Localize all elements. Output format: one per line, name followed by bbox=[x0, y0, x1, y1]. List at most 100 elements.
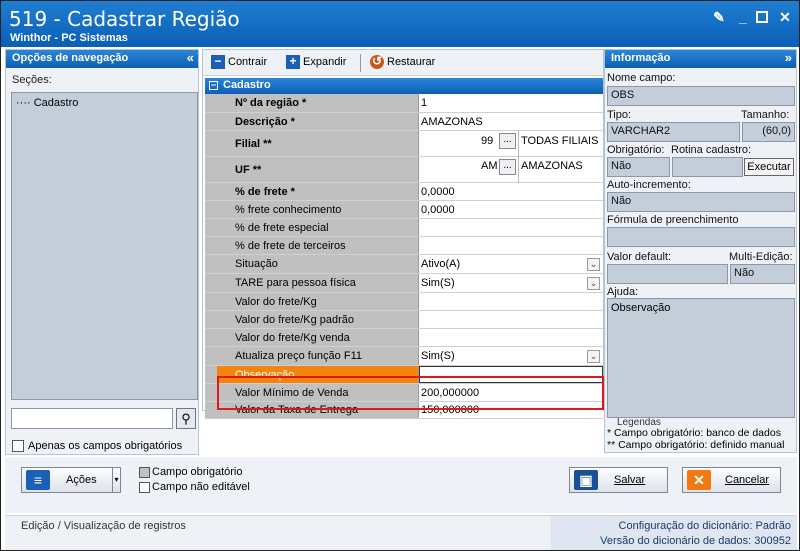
uf-field[interactable]: AM ... AMAZONAS bbox=[419, 157, 603, 183]
restore-icon: ↺ bbox=[370, 54, 384, 69]
delivery-fee-field[interactable]: 150,000000 bbox=[419, 402, 603, 418]
sections-list: ···· Cadastro bbox=[11, 92, 198, 400]
freight-percent-field[interactable]: 0,0000 bbox=[419, 183, 603, 200]
restore-button[interactable]: ↺ Restaurar bbox=[370, 55, 435, 69]
section-item-cadastro[interactable]: ···· Cadastro bbox=[16, 97, 78, 109]
routine-value bbox=[672, 157, 743, 177]
row-descricao[interactable]: Descrição * AMAZONAS bbox=[205, 113, 603, 131]
freight-kg-field[interactable] bbox=[419, 293, 603, 310]
edit-window-icon[interactable]: ✎ bbox=[711, 9, 727, 25]
third-party-freight-field[interactable] bbox=[419, 237, 603, 254]
tare-select[interactable]: Sim(S) ⌄ bbox=[419, 274, 603, 292]
row-label: Filial ** bbox=[217, 131, 419, 156]
update-price-select[interactable]: Sim(S) ⌄ bbox=[419, 347, 603, 365]
row-valor-minimo[interactable]: Valor Mínimo de Venda 200,000000 bbox=[205, 384, 603, 402]
field-name-label: Nome campo: bbox=[607, 72, 676, 84]
uf-lookup-button[interactable]: ... bbox=[499, 159, 516, 175]
row-taxa-entrega[interactable]: Valor da Taxa de Entrega 150,000000 bbox=[205, 402, 603, 419]
info-panel-header: Informação » bbox=[605, 50, 796, 68]
description-field[interactable]: AMAZONAS bbox=[419, 113, 603, 130]
chevron-down-icon[interactable]: ⌄ bbox=[587, 350, 600, 363]
close-button[interactable]: ✕ bbox=[777, 9, 793, 25]
size-value: (60,0) bbox=[742, 122, 795, 142]
legend-item-db: * Campo obrigatório: banco de dados bbox=[607, 427, 781, 439]
cancel-button[interactable]: ✕ Cancelar bbox=[682, 467, 781, 493]
window-title: 519 - Cadastrar Região bbox=[9, 7, 240, 31]
cancel-label: Cancelar bbox=[725, 474, 770, 486]
min-sale-value-field[interactable]: 200,000000 bbox=[419, 384, 603, 401]
row-label: Valor Mínimo de Venda bbox=[217, 384, 419, 401]
row-value: 150,000000 bbox=[421, 404, 480, 416]
row-label: % frete conhecimento bbox=[217, 201, 419, 218]
dropdown-arrow-icon[interactable]: ▾ bbox=[112, 468, 120, 492]
collapse-left-icon[interactable]: « bbox=[187, 50, 194, 65]
filial-field[interactable]: 99 ... TODAS FILIAIS bbox=[419, 131, 603, 157]
freight-kg-default-field[interactable] bbox=[419, 311, 603, 328]
noneditable-legend-label: Campo não editável bbox=[152, 481, 250, 493]
formula-value bbox=[607, 227, 795, 247]
size-label: Tamanho: bbox=[741, 109, 790, 121]
help-label: Ajuda: bbox=[607, 286, 639, 298]
type-value: VARCHAR2 bbox=[607, 122, 740, 142]
only-required-checkbox[interactable] bbox=[12, 440, 24, 452]
search-icon[interactable]: ⚲ bbox=[176, 408, 196, 429]
row-frete-kg-padrao[interactable]: Valor do frete/Kg padrão bbox=[205, 311, 603, 329]
row-frete-conhecimento[interactable]: % frete conhecimento 0,0000 bbox=[205, 201, 603, 219]
special-freight-field[interactable] bbox=[419, 219, 603, 236]
title-bar: 519 - Cadastrar Região Winthor - PC Sist… bbox=[1, 1, 799, 47]
row-label: Valor da Taxa de Entrega bbox=[217, 402, 419, 418]
navigation-panel-header: Opções de navegação « bbox=[6, 50, 198, 68]
row-frete[interactable]: % de frete * 0,0000 bbox=[205, 183, 603, 201]
row-situacao[interactable]: Situação Ativo(A) ⌄ bbox=[205, 255, 603, 274]
collapse-button[interactable]: − Contrair bbox=[211, 55, 267, 69]
row-frete-kg-venda[interactable]: Valor do frete/Kg venda bbox=[205, 329, 603, 347]
multi-edit-label: Multi-Edição: bbox=[729, 251, 793, 263]
row-regiao[interactable]: Nº da região * 1 bbox=[205, 94, 603, 113]
row-value: 200,000000 bbox=[421, 386, 480, 399]
row-frete-especial[interactable]: % de frete especial bbox=[205, 219, 603, 237]
form-panel: − Contrair + Expandir ↺ Restaurar − Cada… bbox=[202, 49, 604, 419]
chevron-down-icon[interactable]: ⌄ bbox=[587, 277, 600, 290]
filial-lookup-button[interactable]: ... bbox=[499, 133, 516, 149]
minimize-button[interactable]: _ bbox=[735, 9, 751, 25]
actions-button[interactable]: ≡ Ações ▾ bbox=[21, 467, 121, 493]
row-observacao[interactable]: Observação bbox=[205, 366, 603, 384]
region-number-field[interactable]: 1 bbox=[419, 94, 603, 112]
row-label: Descrição * bbox=[217, 113, 419, 130]
row-label: Observação bbox=[217, 366, 419, 383]
form-toolbar: − Contrair + Expandir ↺ Restaurar bbox=[203, 50, 603, 76]
plus-icon: + bbox=[286, 55, 300, 69]
maximize-button[interactable] bbox=[756, 11, 768, 23]
row-value: Ativo(A) bbox=[421, 258, 461, 270]
row-frete-terceiros[interactable]: % de frete de terceiros bbox=[205, 237, 603, 255]
row-atualiza-preco[interactable]: Atualiza preço função F11 Sim(S) ⌄ bbox=[205, 347, 603, 366]
freight-kg-sale-field[interactable] bbox=[419, 329, 603, 346]
row-value: Sim(S) bbox=[421, 277, 455, 289]
save-button[interactable]: ▣ Salvar bbox=[569, 467, 668, 493]
row-label: Nº da região * bbox=[217, 94, 419, 112]
freight-knowledge-field[interactable]: 0,0000 bbox=[419, 201, 603, 218]
status-bar: Edição / Visualização de registros Confi… bbox=[5, 515, 797, 550]
row-tare[interactable]: TARE para pessoa física Sim(S) ⌄ bbox=[205, 274, 603, 293]
observation-field[interactable] bbox=[419, 366, 603, 383]
section-header-cadastro[interactable]: − Cadastro bbox=[205, 78, 603, 94]
row-filial[interactable]: Filial ** 99 ... TODAS FILIAIS bbox=[205, 131, 603, 157]
app-window: 519 - Cadastrar Região Winthor - PC Sist… bbox=[0, 0, 800, 551]
row-label: TARE para pessoa física bbox=[217, 274, 419, 292]
row-uf[interactable]: UF ** AM ... AMAZONAS bbox=[205, 157, 603, 183]
chevron-down-icon[interactable]: ⌄ bbox=[587, 258, 600, 271]
autoinc-label: Auto-incremento: bbox=[607, 179, 691, 191]
row-frete-kg[interactable]: Valor do frete/Kg bbox=[205, 293, 603, 311]
formula-label: Fórmula de preenchimento bbox=[607, 214, 739, 226]
execute-button[interactable]: Executar bbox=[744, 158, 794, 176]
legend-title: Legendas bbox=[617, 417, 661, 428]
actions-label: Ações bbox=[66, 474, 97, 486]
section-search-input[interactable] bbox=[11, 408, 173, 429]
collapse-label: Contrair bbox=[228, 56, 268, 68]
collapse-right-icon[interactable]: » bbox=[785, 50, 792, 65]
required-value: Não bbox=[607, 157, 670, 177]
restore-label: Restaurar bbox=[387, 56, 436, 68]
expand-button[interactable]: + Expandir bbox=[286, 55, 346, 69]
collapse-section-icon[interactable]: − bbox=[209, 81, 218, 90]
status-select[interactable]: Ativo(A) ⌄ bbox=[419, 255, 603, 273]
